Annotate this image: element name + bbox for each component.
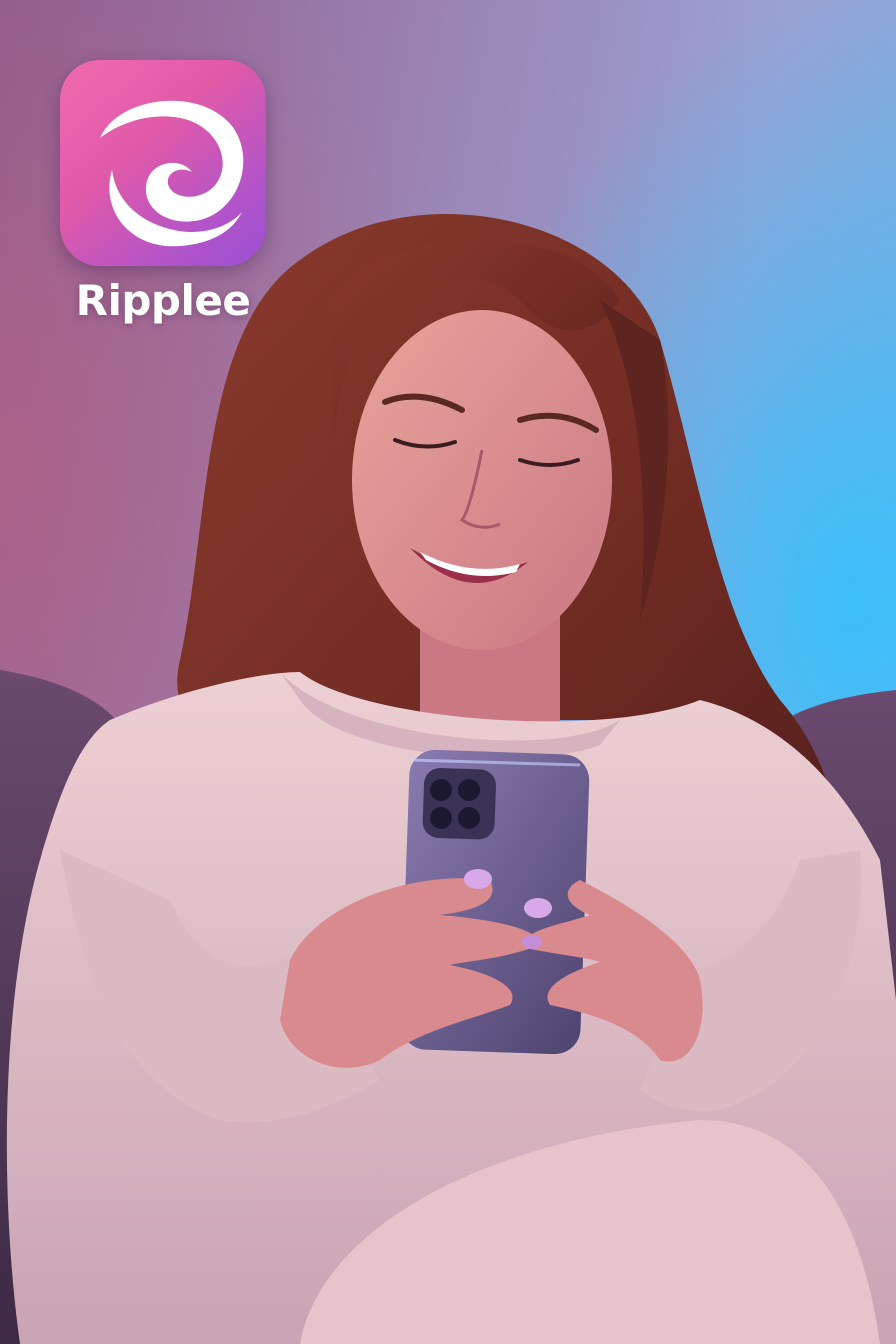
swirl-logo-icon [100,100,244,247]
app-name: Ripplee [75,276,251,325]
app-icon [60,60,266,266]
